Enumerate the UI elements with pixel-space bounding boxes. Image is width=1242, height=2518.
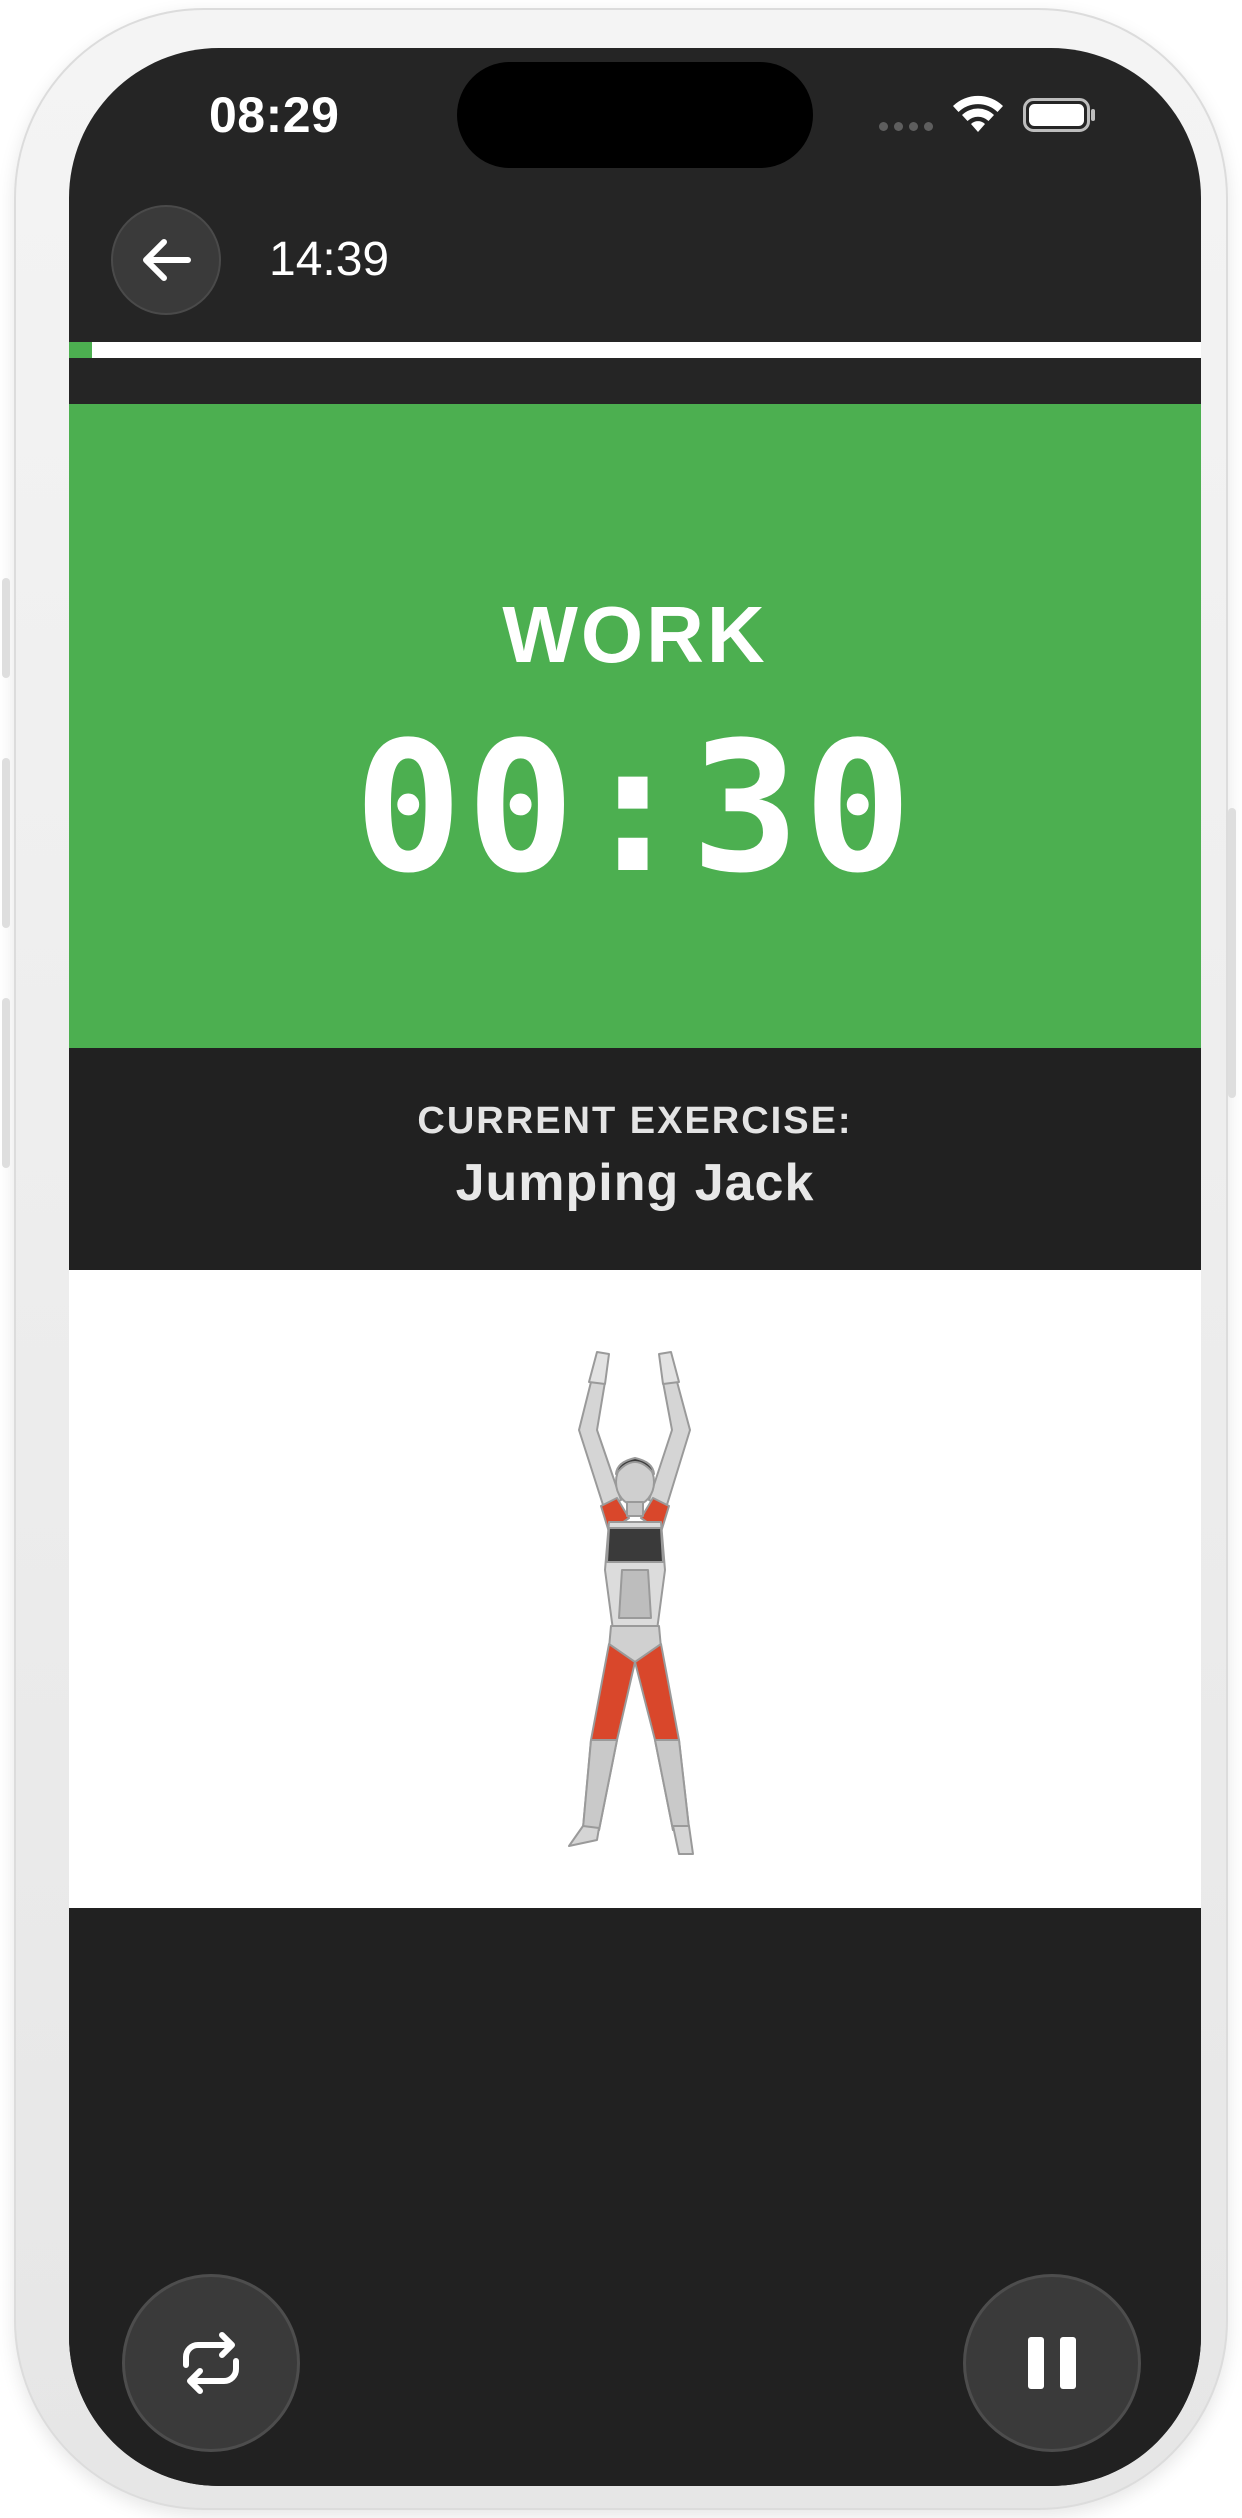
repeat-button[interactable] [122,2274,300,2452]
battery-icon [1023,98,1095,132]
wifi-icon [953,95,1003,132]
action-button [2,578,10,678]
screen: 08:29 14:39 WORK 00:30 CURRENT EXERCISE:… [69,48,1201,2486]
pause-button[interactable] [963,2274,1141,2452]
elapsed-time: 14:39 [269,233,390,286]
status-time: 08:29 [209,87,340,143]
dynamic-island [457,62,813,168]
cellular-signal-icon [879,122,933,131]
back-button[interactable] [111,205,221,315]
volume-up-button [2,758,10,928]
arrow-left-icon [143,239,191,281]
current-exercise-caption: CURRENT EXERCISE: [417,1100,853,1142]
status-bar: 08:29 [69,48,1201,198]
workout-progress-fill [69,342,92,358]
phone-frame: 08:29 14:39 WORK 00:30 CURRENT EXERCISE:… [2,8,1236,2510]
power-button [1228,808,1236,1098]
exercise-illustration [69,1270,1201,1908]
workout-progress-bar [69,342,1201,358]
volume-down-button [2,998,10,1168]
phase-panel: WORK 00:30 [69,404,1201,1048]
exercise-panel: CURRENT EXERCISE: Jumping Jack [69,1048,1201,1270]
exercise-name: Jumping Jack [455,1154,815,1212]
phase-label: WORK [502,590,768,679]
repeat-icon [183,2332,239,2394]
jumping-jack-figure [568,1351,694,1855]
phase-timer: 00:30 [354,704,916,913]
pause-icon [1028,2337,1076,2389]
